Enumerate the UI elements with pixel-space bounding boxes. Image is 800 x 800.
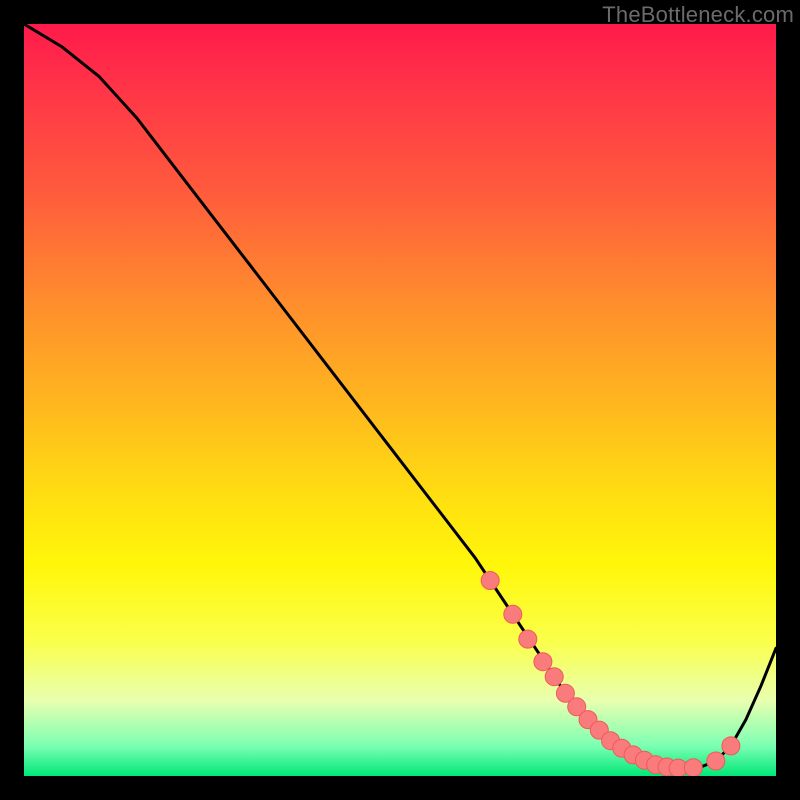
valley-marker [534, 653, 552, 671]
valley-marker [504, 605, 522, 623]
valley-marker [568, 698, 586, 716]
valley-marker [481, 572, 499, 590]
valley-marker [669, 759, 687, 776]
valley-marker [519, 630, 537, 648]
valley-marker [545, 668, 563, 686]
valley-marker [684, 759, 702, 776]
valley-marker [658, 758, 676, 776]
valley-markers [481, 572, 740, 777]
valley-marker [590, 721, 608, 739]
valley-marker [613, 739, 631, 757]
valley-marker [647, 756, 665, 774]
valley-marker [635, 751, 653, 769]
curve-layer [24, 24, 776, 776]
valley-marker [707, 752, 725, 770]
valley-marker [722, 737, 740, 755]
chart-stage: TheBottleneck.com [0, 0, 800, 800]
bottleneck-curve [24, 24, 776, 769]
valley-marker [556, 684, 574, 702]
valley-marker [602, 732, 620, 750]
plot-area [24, 24, 776, 776]
valley-marker [624, 746, 642, 764]
valley-marker [579, 711, 597, 729]
